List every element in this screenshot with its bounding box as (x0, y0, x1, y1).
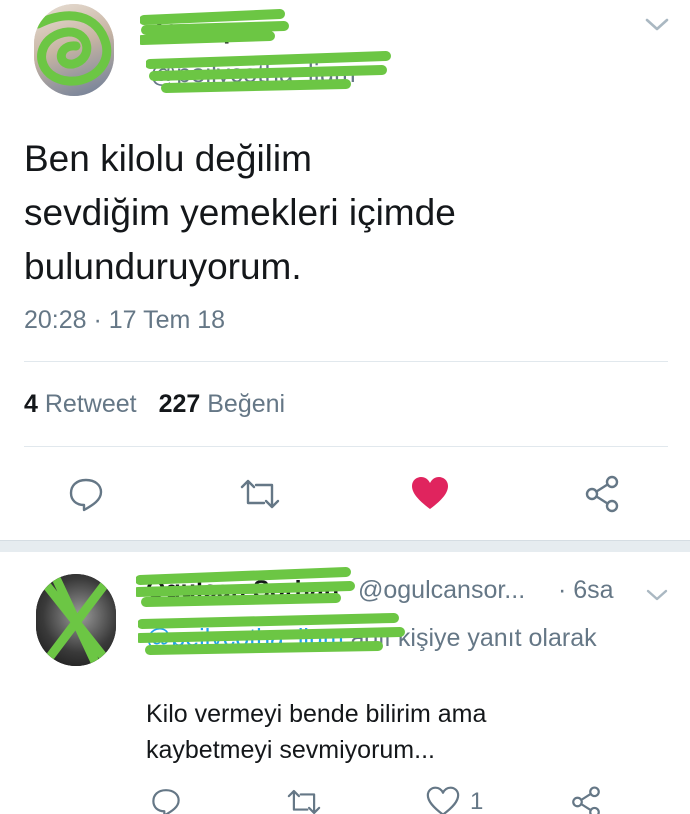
mention-link[interactable]: @peilycotha_lium (146, 624, 344, 652)
like-stat[interactable]: 227 Beğeni (159, 390, 286, 418)
reply-text-line: kaybetmeyi sevmiyorum... (146, 736, 435, 764)
divider (24, 361, 668, 362)
tweet-text: Ben kilolu değilim sevdiğim yemekleri iç… (24, 132, 644, 294)
engagement-stats: 4 Retweet 227 Beğeni (24, 390, 285, 419)
like-button[interactable] (408, 472, 452, 516)
reply-context: @peilycotha_lium adlı kişiye yanıt olara… (146, 620, 666, 656)
retweet-icon (287, 789, 321, 814)
censor-scribble (34, 11, 112, 86)
retweet-stat[interactable]: 4 Retweet (24, 390, 137, 418)
reply-actions: 1 (0, 784, 690, 814)
reply-button[interactable] (146, 784, 186, 814)
main-tweet: Zeynep @peilycotha_lium Ben kilolu değil… (0, 0, 690, 540)
retweet-button[interactable] (236, 472, 284, 516)
retweet-button[interactable] (282, 784, 326, 814)
share-button[interactable] (566, 784, 606, 814)
reply-icon (152, 789, 180, 814)
heart-icon (426, 786, 460, 814)
avatar[interactable] (34, 4, 114, 96)
reply-time[interactable]: · 6sa (558, 576, 614, 605)
author-name[interactable]: Oğulcan Sorhan (146, 576, 339, 605)
like-count: 1 (470, 788, 484, 814)
section-separator (0, 540, 690, 552)
reply-button[interactable] (64, 472, 108, 516)
reply-tweet[interactable]: Oğulcan Sorhan @ogulcansor... · 6sa @pei… (0, 552, 690, 814)
reply-icon (69, 478, 103, 512)
author-handle[interactable]: @ogulcansor... (358, 576, 525, 605)
retweet-icon (240, 479, 280, 509)
share-icon (585, 475, 619, 513)
tweet-text-line: Ben kilolu değilim (24, 138, 312, 179)
reply-text-line: Kilo vermeyi bende bilirim ama (146, 700, 487, 728)
chevron-down-icon[interactable] (644, 14, 670, 34)
tweet-text-line: sevdiğim yemekleri içimde (24, 192, 456, 233)
like-count: 227 (158, 390, 201, 418)
timestamp[interactable]: 20:28 · 17 Tem 18 (24, 306, 225, 335)
tweet-text-line: bulunduruyorum. (24, 246, 302, 287)
retweet-count: 4 (24, 390, 38, 418)
author-handle[interactable]: @peilycotha_lium (150, 58, 356, 89)
heart-icon (412, 477, 448, 509)
reply-context-text: adlı kişiye yanıt olarak (343, 624, 597, 652)
chevron-down-icon[interactable] (645, 586, 669, 604)
share-icon (572, 786, 600, 814)
retweet-label: Retweet (44, 390, 137, 418)
author-name[interactable]: Zeynep (148, 14, 239, 45)
divider (24, 446, 668, 447)
censor-scribble (39, 574, 113, 666)
like-label: Beğeni (207, 390, 286, 418)
share-button[interactable] (580, 472, 624, 516)
reply-text: Kilo vermeyi bende bilirim ama kaybetmey… (146, 696, 666, 768)
avatar[interactable] (36, 574, 116, 666)
like-button[interactable]: 1 (426, 784, 506, 814)
